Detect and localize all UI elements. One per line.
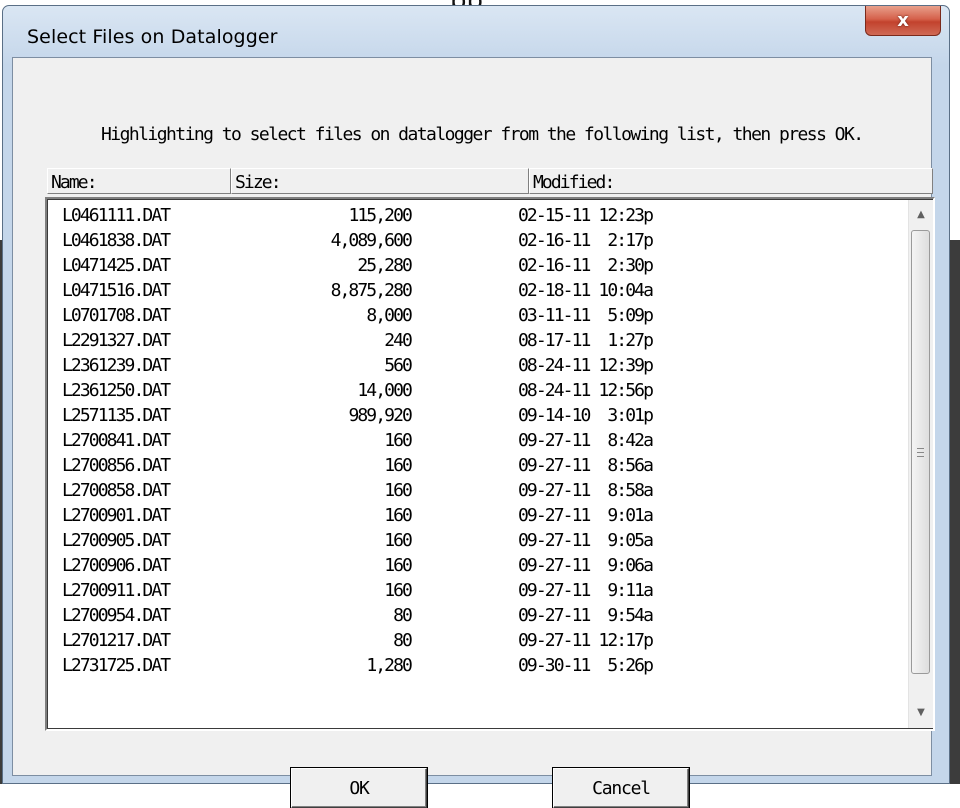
file-size: 560 xyxy=(384,355,413,376)
file-name: L2361250.DAT xyxy=(62,380,171,401)
file-modified: 09-27-11 8:42a xyxy=(518,430,654,451)
file-size: 8,875,280 xyxy=(330,280,413,301)
instruction-text: Highlighting to select files on datalogg… xyxy=(101,124,864,145)
file-modified: 02-16-11 2:17p xyxy=(518,230,654,251)
background-right-edge xyxy=(950,240,960,784)
file-modified: 09-27-11 12:17p xyxy=(518,630,654,651)
file-list-rows: L0461111.DAT 115,200 02-15-11 12:23p L04618… xyxy=(48,203,908,678)
file-name: L2571135.DAT xyxy=(62,405,171,426)
dialog-client-area: Highlighting to select files on datalogg… xyxy=(12,57,935,808)
select-files-dialog: Select Files on Datalogger x Highlightin… xyxy=(2,5,950,808)
cancel-button[interactable]: Cancel xyxy=(553,768,689,808)
file-modified: 03-11-11 5:09p xyxy=(518,305,654,326)
file-row[interactable]: L2361239.DAT 560 08-24-11 12:39p xyxy=(48,353,908,378)
grip-icon xyxy=(917,447,924,457)
file-modified: 09-27-11 9:05a xyxy=(518,530,654,551)
file-size: 160 xyxy=(384,580,413,601)
file-modified: 02-15-11 12:23p xyxy=(518,205,654,226)
file-modified: 08-24-11 12:39p xyxy=(518,355,654,376)
file-row[interactable]: L2700911.DAT 160 09-27-11 9:11a xyxy=(48,578,908,603)
file-size: 160 xyxy=(384,530,413,551)
file-row[interactable]: L2700906.DAT 160 09-27-11 9:06a xyxy=(48,553,908,578)
scroll-up-arrow-icon[interactable]: ▲ xyxy=(909,202,933,226)
file-row[interactable]: L0461111.DAT 115,200 02-15-11 12:23p xyxy=(48,203,908,228)
title-bar[interactable]: Select Files on Datalogger x xyxy=(3,6,949,58)
file-name: L2700841.DAT xyxy=(62,430,171,451)
file-name: L0701708.DAT xyxy=(62,305,171,326)
file-size: 80 xyxy=(393,630,413,651)
file-size: 989,920 xyxy=(348,405,412,426)
column-header-modified[interactable]: Modified: xyxy=(529,168,933,194)
file-name: L2700858.DAT xyxy=(62,480,171,501)
file-row[interactable]: L2361250.DAT 14,000 08-24-11 12:56p xyxy=(48,378,908,403)
column-header-bar: Name: Size: Modified: xyxy=(47,168,933,194)
file-size: 160 xyxy=(384,455,413,476)
file-modified: 09-27-11 9:54a xyxy=(518,605,654,626)
file-name: L0461111.DAT xyxy=(62,205,171,226)
close-icon: x xyxy=(897,10,909,31)
file-name: L2700906.DAT xyxy=(62,555,171,576)
file-name: L2700856.DAT xyxy=(62,455,171,476)
file-name: L0471425.DAT xyxy=(62,255,171,276)
file-row[interactable]: L2700841.DAT 160 09-27-11 8:42a xyxy=(48,428,908,453)
file-row[interactable]: L2291327.DAT 240 08-17-11 1:27p xyxy=(48,328,908,353)
file-modified: 09-30-11 5:26p xyxy=(518,655,654,676)
file-row[interactable]: L2700954.DAT 80 09-27-11 9:54a xyxy=(48,603,908,628)
file-name: L0471516.DAT xyxy=(62,280,171,301)
close-button[interactable]: x xyxy=(865,6,941,36)
file-row[interactable]: L2701217.DAT 80 09-27-11 12:17p xyxy=(48,628,908,653)
file-size: 80 xyxy=(393,605,413,626)
file-row[interactable]: L0471516.DAT 8,875,280 02-18-11 10:04a xyxy=(48,278,908,303)
file-size: 160 xyxy=(384,505,413,526)
file-row[interactable]: L0461838.DAT 4,089,600 02-16-11 2:17p xyxy=(48,228,908,253)
column-header-size[interactable]: Size: xyxy=(231,168,529,194)
file-modified: 09-27-11 9:11a xyxy=(518,580,654,601)
file-modified: 08-17-11 1:27p xyxy=(518,330,654,351)
file-row[interactable]: L0471425.DAT 25,280 02-16-11 2:30p xyxy=(48,253,908,278)
column-header-name[interactable]: Name: xyxy=(47,168,231,194)
file-row[interactable]: L2571135.DAT 989,920 09-14-10 3:01p xyxy=(48,403,908,428)
file-modified: 09-27-11 9:06a xyxy=(518,555,654,576)
dialog-title: Select Files on Datalogger xyxy=(27,26,278,48)
file-size: 8,000 xyxy=(366,305,413,326)
file-name: L2700905.DAT xyxy=(62,530,171,551)
file-modified: 09-27-11 9:01a xyxy=(518,505,654,526)
file-name: L2701217.DAT xyxy=(62,630,171,651)
file-size: 1,280 xyxy=(366,655,413,676)
ok-button[interactable]: OK xyxy=(291,768,427,808)
scroll-down-arrow-icon[interactable]: ▼ xyxy=(909,700,933,724)
file-modified: 09-27-11 8:58a xyxy=(518,480,654,501)
file-size: 160 xyxy=(384,430,413,451)
file-row[interactable]: L2731725.DAT 1,280 09-30-11 5:26p xyxy=(48,653,908,678)
file-size: 160 xyxy=(384,555,413,576)
file-modified: 09-14-10 3:01p xyxy=(518,405,654,426)
file-size: 4,089,600 xyxy=(330,230,413,251)
file-row[interactable]: L0701708.DAT 8,000 03-11-11 5:09p xyxy=(48,303,908,328)
file-modified: 08-24-11 12:56p xyxy=(518,380,654,401)
file-name: L2700911.DAT xyxy=(62,580,171,601)
file-size: 115,200 xyxy=(348,205,412,226)
vertical-scrollbar[interactable]: ▲ ▼ xyxy=(908,200,933,728)
file-name: L2700901.DAT xyxy=(62,505,171,526)
file-size: 14,000 xyxy=(357,380,413,401)
file-size: 160 xyxy=(384,480,413,501)
file-row[interactable]: L2700901.DAT 160 09-27-11 9:01a xyxy=(48,503,908,528)
file-row[interactable]: L2700856.DAT 160 09-27-11 8:56a xyxy=(48,453,908,478)
file-size: 240 xyxy=(384,330,413,351)
file-modified: 02-18-11 10:04a xyxy=(518,280,654,301)
file-modified: 02-16-11 2:30p xyxy=(518,255,654,276)
file-modified: 09-27-11 8:56a xyxy=(518,455,654,476)
file-name: L2361239.DAT xyxy=(62,355,171,376)
file-list-frame: L0461111.DAT 115,200 02-15-11 12:23p L04618… xyxy=(47,199,933,729)
scrollbar-thumb[interactable] xyxy=(911,230,930,674)
file-row[interactable]: L2700905.DAT 160 09-27-11 9:05a xyxy=(48,528,908,553)
file-size: 25,280 xyxy=(357,255,413,276)
file-name: L0461838.DAT xyxy=(62,230,171,251)
file-name: L2291327.DAT xyxy=(62,330,171,351)
file-list[interactable]: L0461111.DAT 115,200 02-15-11 12:23p L04618… xyxy=(45,197,935,731)
file-row[interactable]: L2700858.DAT 160 09-27-11 8:58a xyxy=(48,478,908,503)
file-name: L2700954.DAT xyxy=(62,605,171,626)
file-name: L2731725.DAT xyxy=(62,655,171,676)
